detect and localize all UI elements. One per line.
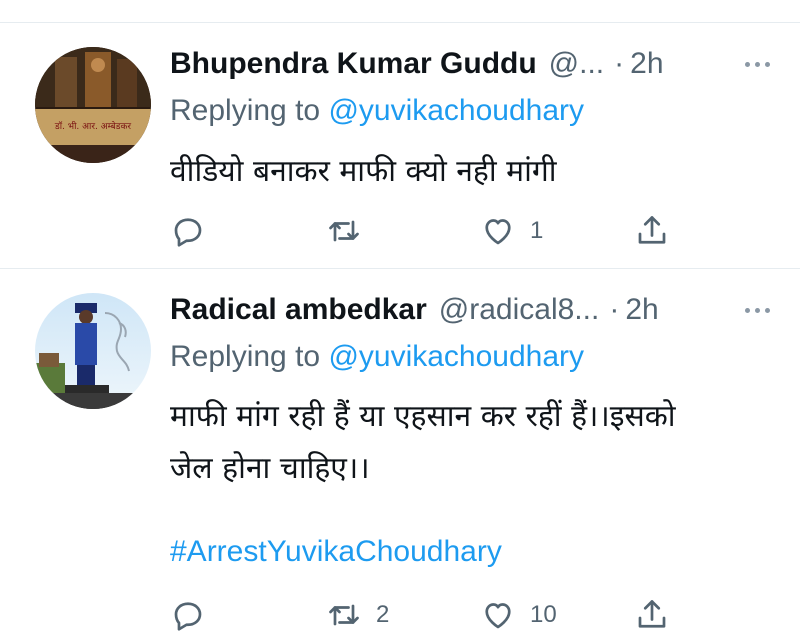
retweet-icon	[329, 604, 359, 626]
tweet-header: Bhupendra Kumar Guddu @... · 2h	[170, 44, 770, 84]
avatar-banner-text: डॉ. भी. आर. अम्बेडकर	[54, 120, 132, 132]
share-button[interactable]	[634, 211, 670, 251]
display-name[interactable]: Bhupendra Kumar Guddu	[170, 47, 537, 81]
timestamp[interactable]: 2h	[630, 47, 663, 81]
tweet-text-line: वीडियो बनाकर माफी क्यो नही मांगी	[170, 154, 557, 189]
display-name[interactable]: Radical ambedkar	[170, 293, 427, 327]
tweet-header: Radical ambedkar @radical8... · 2h	[170, 290, 770, 330]
tweet-text-line: माफी मांग रही हैं या एहसान कर रहीं हैं।।…	[170, 399, 676, 434]
reply-button[interactable]	[170, 595, 220, 635]
retweet-button[interactable]: 2	[326, 595, 389, 635]
avatar[interactable]: डॉ. भी. आर. अम्बेडकर	[35, 47, 151, 163]
tweet-text-line: जेल होना चाहिए।।	[170, 451, 370, 486]
share-icon	[638, 600, 666, 628]
share-button[interactable]	[634, 595, 670, 635]
timestamp[interactable]: 2h	[625, 293, 658, 327]
retweet-icon	[329, 220, 359, 242]
more-options-icon[interactable]	[730, 44, 770, 84]
replying-to-label: Replying to	[170, 340, 329, 373]
user-handle[interactable]: @...	[549, 47, 604, 81]
replying-to: Replying to @yuvikachoudhary	[170, 340, 584, 374]
avatar[interactable]	[35, 293, 151, 409]
heart-icon	[485, 603, 511, 629]
tweet-1[interactable]: डॉ. भी. आर. अम्बेडकर Bhupendra Kumar Gud…	[0, 0, 800, 268]
like-button[interactable]: 10	[480, 595, 557, 635]
tweet-actions: 1	[170, 211, 690, 251]
tweet-2[interactable]: Radical ambedkar @radical8... · 2h Reply…	[0, 269, 800, 631]
tweet-text: वीडियो बनाकर माफी क्यो नही मांगी	[170, 146, 770, 198]
tweet-text: माफी मांग रही हैं या एहसान कर रहीं हैं।।…	[170, 391, 770, 495]
hashtag-link[interactable]: #ArrestYuvikaChoudhary	[170, 535, 502, 569]
like-count: 1	[530, 217, 544, 244]
reply-icon	[174, 218, 202, 247]
separator-dot: ·	[614, 47, 625, 80]
retweet-count: 2	[376, 601, 390, 628]
share-icon	[638, 216, 666, 244]
reply-icon	[174, 602, 202, 631]
user-handle[interactable]: @radical8...	[439, 293, 600, 327]
mention-link[interactable]: @yuvikachoudhary	[328, 340, 584, 373]
tweet-actions: 2 10	[170, 595, 690, 635]
like-count: 10	[530, 601, 557, 628]
mention-link[interactable]: @yuvikachoudhary	[328, 94, 584, 127]
heart-icon	[485, 219, 511, 245]
replying-to: Replying to @yuvikachoudhary	[170, 94, 584, 128]
replying-to-label: Replying to	[170, 94, 329, 127]
reply-button[interactable]	[170, 211, 220, 251]
like-button[interactable]: 1	[480, 211, 543, 251]
retweet-button[interactable]	[326, 211, 376, 251]
separator-dot: ·	[609, 293, 620, 326]
more-options-icon[interactable]	[730, 290, 770, 330]
